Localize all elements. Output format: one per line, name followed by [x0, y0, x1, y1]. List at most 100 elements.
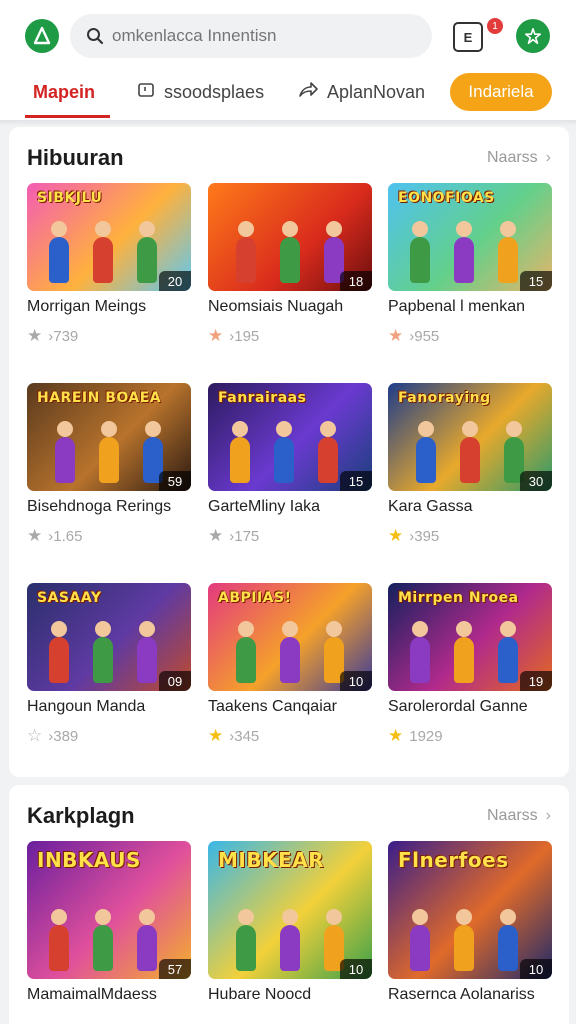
- tab-bar: Mapein ssoodsplaes AplanNovan Indariela: [0, 70, 576, 120]
- character-figure: [410, 909, 430, 971]
- count-badge: 18: [340, 271, 372, 291]
- game-title: Kara Gassa: [388, 498, 473, 515]
- character-figure: [137, 909, 157, 971]
- game-thumbnail[interactable]: 18: [208, 183, 372, 291]
- star-icon: ★: [27, 326, 43, 345]
- search-input[interactable]: [112, 26, 412, 46]
- see-more-label: Naarss: [486, 149, 538, 166]
- game-thumbnail[interactable]: Flnerfoes 10: [388, 841, 552, 979]
- chevron-right-icon: ›: [545, 807, 551, 824]
- rating-value: ›389: [48, 727, 79, 745]
- character-figure: [137, 221, 157, 283]
- game-thumbnail[interactable]: Fanoraying 30: [388, 383, 552, 491]
- game-thumbnail[interactable]: MIBKEAR 10: [208, 841, 372, 979]
- game-thumbnail[interactable]: Mirrpen Nroea 19: [388, 583, 552, 691]
- thumbnail-title: Mirrpen Nroea: [398, 590, 519, 606]
- character-figure: [99, 421, 119, 483]
- profile-icon[interactable]: [516, 19, 550, 53]
- character-figure: [498, 909, 518, 971]
- game-card[interactable]: ABPIIAS! 10 Taakens Canqaiar ★ ›345: [208, 583, 372, 746]
- active-tab-indicator: [25, 115, 110, 118]
- count-badge: 19: [520, 671, 552, 691]
- character-figure: [93, 909, 113, 971]
- thumbnail-title: Fanrairaas: [218, 390, 307, 406]
- count-badge: 15: [340, 471, 372, 491]
- character-figure: [93, 221, 113, 283]
- thumbnail-title: Flnerfoes: [398, 848, 509, 872]
- thumbnail-title: INBKAUS: [37, 848, 141, 872]
- game-title: Morrigan Meings: [27, 298, 147, 315]
- game-thumbnail[interactable]: EONOFIOAS 15: [388, 183, 552, 291]
- cta-button[interactable]: Indariela: [450, 73, 552, 111]
- share-icon: [298, 81, 318, 104]
- rating: ★ ›195: [208, 326, 372, 346]
- thumbnail-title: SASAAY: [37, 590, 102, 606]
- game-card[interactable]: HAREIN BOAEA 59 Bisehdnoga Rerings ★ ›1.65: [27, 383, 191, 546]
- game-title: Sarolerordal Ganne: [388, 698, 528, 715]
- game-card[interactable]: Flnerfoes 10 Rasernca Aolanariss: [388, 841, 552, 1004]
- game-title: Rasernca Aolanariss: [388, 986, 535, 1003]
- character-figure: [55, 421, 75, 483]
- game-card[interactable]: 18 Neomsiais Nuagah ★ ›195: [208, 183, 372, 346]
- rating: ★ ›395: [388, 526, 552, 546]
- rating-value: ›345: [229, 727, 260, 745]
- game-title: Bisehdnoga Rerings: [27, 498, 172, 515]
- section-title: Hibuuran: [27, 145, 124, 170]
- game-card[interactable]: SIBKJLU 20 Morrigan Meings ★ ›739: [27, 183, 191, 346]
- character-figure: [280, 909, 300, 971]
- tab-label: AplanNovan: [327, 81, 426, 102]
- character-figure: [454, 221, 474, 283]
- see-more-link[interactable]: Naarss ›: [487, 149, 551, 167]
- character-figure: [49, 221, 69, 283]
- star-icon: ★: [208, 326, 224, 345]
- rating-value: ›195: [229, 327, 260, 345]
- game-thumbnail[interactable]: ABPIIAS! 10: [208, 583, 372, 691]
- game-thumbnail[interactable]: SIBKJLU 20: [27, 183, 191, 291]
- game-thumbnail[interactable]: INBKAUS 57: [27, 841, 191, 979]
- rating-value: 1929: [409, 727, 443, 745]
- tab-home[interactable]: Mapein: [33, 70, 95, 114]
- tab-share[interactable]: AplanNovan: [298, 70, 425, 114]
- tab-episodes[interactable]: ssoodsplaes: [137, 70, 264, 114]
- game-title: Taakens Canqaiar: [208, 698, 337, 715]
- game-title: Hangoun Manda: [27, 698, 146, 715]
- count-badge: 15: [520, 271, 552, 291]
- see-more-link[interactable]: Naarss ›: [487, 807, 551, 825]
- game-card[interactable]: Mirrpen Nroea 19 Sarolerordal Ganne ★ 1929: [388, 583, 552, 746]
- rating-value: ›955: [409, 327, 440, 345]
- notification-icon[interactable]: E: [453, 22, 483, 52]
- game-card[interactable]: INBKAUS 57 MamaimalMdaess: [27, 841, 191, 1004]
- character-figure: [498, 621, 518, 683]
- count-badge: 30: [520, 471, 552, 491]
- search-bar[interactable]: [70, 14, 432, 58]
- character-figure: [49, 621, 69, 683]
- game-thumbnail[interactable]: Fanrairaas 15: [208, 383, 372, 491]
- tab-label: Mapein: [33, 81, 96, 102]
- star-icon: ★: [208, 526, 224, 545]
- star-icon: ☆: [27, 726, 43, 745]
- thumbnail-title: ABPIIAS!: [218, 590, 292, 606]
- character-figure: [410, 621, 430, 683]
- game-card[interactable]: SASAAY 09 Hangoun Manda ☆ ›389: [27, 583, 191, 746]
- app-logo-icon[interactable]: [25, 19, 59, 53]
- count-badge: 10: [340, 959, 372, 979]
- star-icon: ★: [388, 526, 404, 545]
- rating: ☆ ›389: [27, 726, 191, 746]
- game-card[interactable]: EONOFIOAS 15 Papbenal l menkan ★ ›955: [388, 183, 552, 346]
- rating-value: ›739: [48, 327, 79, 345]
- see-more-label: Naarss: [486, 807, 538, 824]
- section-title: Karkplagn: [27, 803, 135, 828]
- game-card[interactable]: Fanrairaas 15 GarteMliny Iaka ★ ›175: [208, 383, 372, 546]
- character-figure: [454, 909, 474, 971]
- count-badge: 59: [159, 471, 191, 491]
- character-figure: [274, 421, 294, 483]
- star-icon: ★: [208, 726, 224, 745]
- game-thumbnail[interactable]: HAREIN BOAEA 59: [27, 383, 191, 491]
- character-figure: [137, 621, 157, 683]
- character-figure: [318, 421, 338, 483]
- character-figure: [236, 621, 256, 683]
- game-thumbnail[interactable]: SASAAY 09: [27, 583, 191, 691]
- game-card[interactable]: MIBKEAR 10 Hubare Noocd: [208, 841, 372, 1004]
- rating: ★ ›345: [208, 726, 372, 746]
- game-card[interactable]: Fanoraying 30 Kara Gassa ★ ›395: [388, 383, 552, 546]
